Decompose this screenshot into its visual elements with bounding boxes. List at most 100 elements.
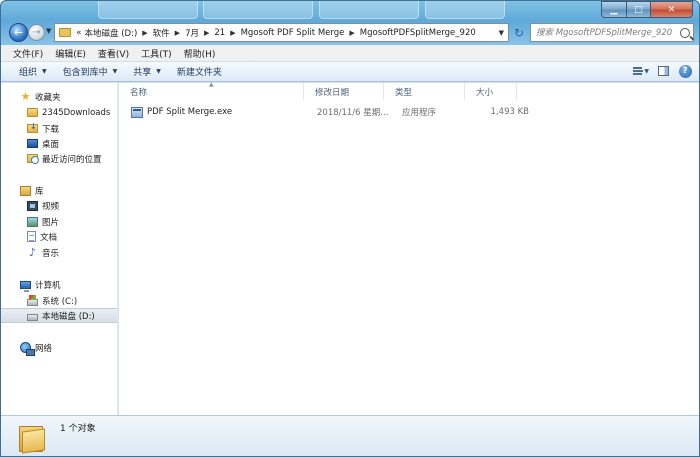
chevron-down-icon: ▼: [156, 68, 161, 75]
chevron-right-icon[interactable]: ▶: [204, 29, 209, 37]
drive-icon: [27, 313, 38, 321]
menu-edit[interactable]: 编辑(E): [49, 47, 92, 60]
sidebar-item-music[interactable]: ♪ 音乐: [27, 245, 59, 260]
system-drive-icon: [27, 294, 38, 306]
preview-pane-icon: [657, 66, 669, 76]
sidebar-favorites[interactable]: ★ 收藏夹: [20, 89, 61, 104]
column-name[interactable]: 名称 ▲: [119, 81, 304, 100]
menu-view[interactable]: 查看(V): [92, 47, 135, 60]
sidebar-item-label: 2345Downloads: [42, 107, 111, 118]
minimize-button[interactable]: ▁: [601, 1, 626, 18]
sidebar-libraries-label: 库: [35, 186, 44, 197]
desktop-icon: [27, 139, 38, 148]
column-type[interactable]: 类型: [384, 83, 465, 100]
caption-buttons: ▁ □ ✕: [601, 1, 693, 18]
sidebar-network-label: 网络: [35, 343, 53, 354]
chevron-right-icon[interactable]: ▶: [175, 29, 180, 37]
view-list-icon: [633, 67, 644, 75]
video-icon: [27, 200, 38, 211]
explorer-window: ▁ □ ✕ ← → ▼ « 本地磁盘 (D:) ▶ 软件 ▶ 7月 ▶ 21 ▶…: [0, 0, 700, 457]
sidebar-item-recent-places[interactable]: 最近访问的位置: [27, 151, 102, 166]
column-date[interactable]: 修改日期: [304, 83, 384, 100]
file-size: 1,493 KB: [490, 107, 529, 117]
star-icon: ★: [20, 90, 31, 103]
folder-icon: [59, 28, 71, 37]
sidebar-item-label: 桌面: [42, 139, 60, 150]
include-in-library-button[interactable]: 包含到库中 ▼: [55, 62, 126, 82]
menu-help[interactable]: 帮助(H): [178, 47, 222, 60]
recent-pages-dropdown[interactable]: ▼: [46, 27, 51, 35]
computer-icon: [20, 280, 31, 292]
chevron-right-icon[interactable]: ▶: [230, 29, 235, 37]
sidebar-item-pictures[interactable]: 图片: [27, 214, 59, 229]
search-icon[interactable]: [680, 27, 690, 38]
music-icon: ♪: [28, 246, 37, 259]
minimize-icon: ▁: [610, 4, 618, 15]
file-date: 2018/11/6 星期...: [317, 108, 389, 118]
forward-arrow-icon: →: [32, 27, 41, 38]
maximize-button[interactable]: □: [626, 1, 650, 18]
help-button[interactable]: ?: [677, 64, 693, 78]
background-tab: [203, 1, 313, 19]
sidebar-item-label: 本地磁盘 (D:): [42, 311, 95, 322]
new-folder-label: 新建文件夹: [176, 68, 222, 78]
close-button[interactable]: ✕: [650, 1, 693, 18]
change-view-button[interactable]: ▼: [633, 64, 649, 78]
folder-icon: [27, 108, 38, 117]
refresh-button[interactable]: ↻: [511, 24, 527, 41]
address-overflow[interactable]: «: [76, 28, 82, 38]
column-size[interactable]: 大小: [465, 83, 517, 100]
menu-file[interactable]: 文件(F): [7, 47, 49, 60]
organize-button[interactable]: 组织 ▼: [11, 62, 55, 82]
sidebar-favorites-label: 收藏夹: [35, 92, 61, 103]
chevron-right-icon[interactable]: ▶: [349, 29, 354, 37]
background-tab: [319, 1, 419, 19]
network-icon: [20, 342, 35, 356]
back-button[interactable]: ←: [9, 23, 28, 42]
chevron-right-icon[interactable]: ▶: [142, 29, 147, 37]
breadcrumb-drive[interactable]: 本地磁盘 (D:): [85, 27, 138, 39]
search-input[interactable]: [531, 24, 679, 41]
application-icon: [131, 106, 143, 118]
organize-label: 组织: [19, 68, 38, 78]
sidebar-item-videos[interactable]: 视频: [27, 198, 59, 213]
breadcrumb-app[interactable]: Mgosoft PDF Split Merge: [241, 28, 345, 38]
breadcrumb-current[interactable]: MgosoftPDFSplitMerge_920: [360, 28, 476, 38]
menu-tools[interactable]: 工具(T): [135, 47, 178, 60]
column-size-label: 大小: [476, 87, 494, 98]
sidebar-item-documents[interactable]: 文档: [27, 229, 57, 244]
sidebar-item-desktop[interactable]: 桌面: [27, 136, 59, 151]
menu-bar: 文件(F) 编辑(E) 查看(V) 工具(T) 帮助(H): [1, 45, 699, 62]
background-tab: [425, 1, 505, 19]
sidebar-item-drive-c[interactable]: 系统 (C:): [27, 293, 77, 308]
table-row[interactable]: PDF Split Merge.exe 2018/11/6 星期... 应用程序…: [119, 104, 699, 120]
address-bar[interactable]: « 本地磁盘 (D:) ▶ 软件 ▶ 7月 ▶ 21 ▶ Mgosoft PDF…: [54, 23, 509, 42]
preview-pane-button[interactable]: [655, 64, 671, 78]
download-folder-icon: [27, 122, 38, 133]
sidebar-item-downloads[interactable]: 下载: [27, 121, 59, 136]
share-button[interactable]: 共享 ▼: [125, 62, 169, 82]
sidebar-libraries[interactable]: 库: [20, 183, 44, 198]
share-label: 共享: [133, 68, 152, 78]
breadcrumb-month[interactable]: 7月: [185, 27, 199, 39]
sidebar-network[interactable]: 网络: [20, 340, 53, 356]
new-folder-button[interactable]: 新建文件夹: [169, 62, 230, 82]
sidebar-computer[interactable]: 计算机: [20, 277, 61, 292]
include-library-label: 包含到库中: [62, 68, 108, 78]
sidebar-item-2345downloads[interactable]: 2345Downloads: [27, 105, 110, 120]
chevron-down-icon: ▼: [112, 68, 118, 75]
forward-button[interactable]: →: [28, 24, 45, 41]
file-name[interactable]: PDF Split Merge.exe: [147, 107, 316, 117]
picture-icon: [27, 216, 38, 227]
sidebar-item-label: 系统 (C:): [42, 296, 78, 307]
sidebar-item-drive-d[interactable]: 本地磁盘 (D:): [1, 308, 117, 323]
sidebar-item-label: 视频: [42, 201, 60, 212]
search-box[interactable]: [530, 23, 694, 42]
chevron-down-icon: ▼: [644, 67, 649, 75]
chevron-down-icon[interactable]: ▼: [499, 29, 504, 37]
folder-icon: [19, 422, 45, 454]
breadcrumb-day[interactable]: 21: [214, 28, 225, 38]
column-type-label: 类型: [395, 87, 413, 98]
sort-indicator-icon: ▲: [209, 81, 214, 88]
breadcrumb-software[interactable]: 软件: [153, 27, 170, 39]
